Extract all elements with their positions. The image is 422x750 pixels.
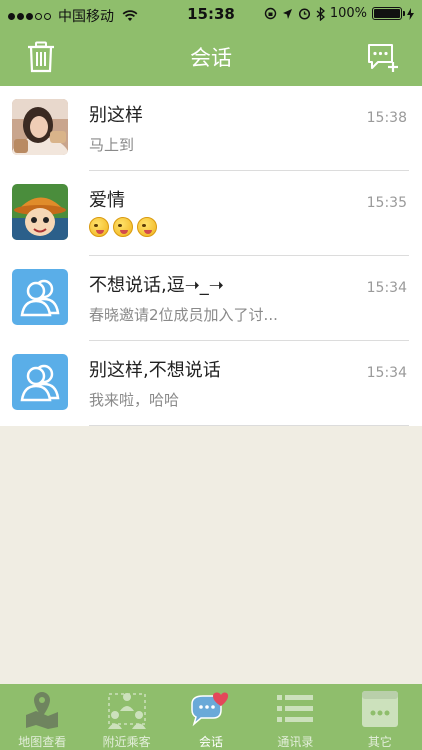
charging-icon bbox=[407, 7, 414, 20]
status-bar: 中国移动 15:38 100% bbox=[0, 0, 422, 30]
wink-emoji-icon bbox=[89, 217, 109, 237]
conversation-title: 爱情 bbox=[89, 190, 125, 211]
conversation-title: 别这样,不想说话 bbox=[89, 360, 221, 381]
tab-label: 其它 bbox=[367, 735, 392, 749]
people-nearby-icon bbox=[105, 688, 149, 730]
rotation-lock-icon bbox=[264, 7, 277, 20]
tab-label: 地图查看 bbox=[18, 735, 67, 749]
conversation-title: 不想说话,逗➝_➝ bbox=[89, 275, 224, 296]
page-title: 会话 bbox=[190, 46, 232, 70]
tab-bar: 地图查看 附近乘客 会话 通讯录 其它 bbox=[0, 684, 422, 750]
chat-bubbles-icon bbox=[189, 688, 233, 730]
conversation-row[interactable]: 别这样,不想说话 我来啦，哈哈 15:34 bbox=[0, 341, 422, 426]
conversation-time: 15:34 bbox=[366, 280, 407, 296]
group-avatar bbox=[12, 269, 68, 325]
tab-chat[interactable]: 会话 bbox=[169, 684, 253, 750]
conversation-time: 15:35 bbox=[366, 195, 407, 211]
tab-label: 会话 bbox=[199, 735, 224, 749]
wink-emoji-icon bbox=[137, 217, 157, 237]
tab-map[interactable]: 地图查看 bbox=[0, 684, 84, 750]
list-icon bbox=[273, 688, 317, 730]
tab-label: 附近乘客 bbox=[102, 735, 151, 749]
conversation-list: 别这样 马上到 15:38 爱情 15:35 不想说话,逗➝_➝ 春晓邀请2位成… bbox=[0, 86, 422, 426]
alarm-icon bbox=[298, 8, 310, 20]
cartoon-avatar bbox=[12, 184, 68, 240]
conversation-preview: 马上到 bbox=[89, 136, 135, 154]
map-pin-icon bbox=[20, 688, 64, 730]
tab-more[interactable]: 其它 bbox=[338, 684, 422, 750]
wink-emoji-icon bbox=[113, 217, 133, 237]
group-avatar bbox=[12, 354, 68, 410]
tab-label: 通讯录 bbox=[277, 735, 314, 749]
conversation-row[interactable]: 别这样 马上到 15:38 bbox=[0, 86, 422, 171]
conversation-title: 别这样 bbox=[89, 105, 143, 126]
header: 中国移动 15:38 100% 会话 bbox=[0, 0, 422, 86]
conversation-preview: 我来啦，哈哈 bbox=[89, 391, 180, 409]
tab-contacts[interactable]: 通讯录 bbox=[253, 684, 337, 750]
battery-percent: 100% bbox=[329, 6, 367, 21]
new-chat-icon[interactable] bbox=[366, 40, 400, 74]
conversation-row[interactable]: 爱情 15:35 bbox=[0, 171, 422, 256]
conversation-preview: 春晓邀请2位成员加入了讨... bbox=[89, 306, 278, 324]
conversation-time: 15:38 bbox=[366, 110, 407, 126]
photo-avatar bbox=[12, 99, 68, 155]
tab-nearby[interactable]: 附近乘客 bbox=[84, 684, 168, 750]
location-arrow-icon bbox=[282, 8, 292, 19]
nav-bar: 会话 bbox=[0, 30, 422, 86]
conversation-row[interactable]: 不想说话,逗➝_➝ 春晓邀请2位成员加入了讨... 15:34 bbox=[0, 256, 422, 341]
conversation-time: 15:34 bbox=[366, 365, 407, 381]
more-icon bbox=[358, 688, 402, 730]
battery-icon bbox=[372, 7, 405, 20]
status-right: 100% bbox=[264, 6, 414, 21]
conversation-preview-emojis bbox=[89, 217, 157, 237]
bluetooth-icon bbox=[316, 6, 325, 21]
